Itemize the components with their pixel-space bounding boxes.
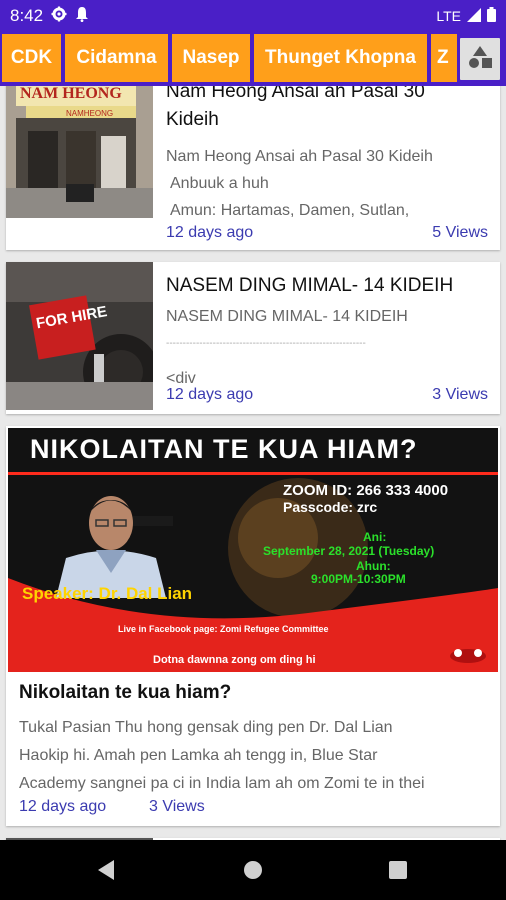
home-button[interactable] <box>243 860 263 885</box>
home-icon <box>244 861 262 879</box>
post-title[interactable]: NASEM DING MIMAL- 14 KIDEIH <box>166 272 453 300</box>
post-views: 3 Views <box>149 798 205 815</box>
post-card[interactable]: NAM HEONG NAMHEONG Nam Heong Ansai ah Pa… <box>6 86 500 250</box>
back-button[interactable] <box>96 859 116 886</box>
post-description: NASEM DING MIMAL- 14 KIDEIH ------------… <box>166 303 486 392</box>
desc-line: ----------------------------------------… <box>166 338 366 349</box>
notification-bell-icon <box>75 6 89 26</box>
tab-partial[interactable]: Z <box>431 34 457 82</box>
post-list[interactable]: NAM HEONG NAMHEONG Nam Heong Ansai ah Pa… <box>0 86 506 840</box>
recents-button[interactable] <box>389 861 407 884</box>
banner-footer: Dotna dawnna zong om ding hi <box>153 654 316 666</box>
desc-line: Haokip hi. Amah pen Lamka ah tengg in, B… <box>19 747 378 764</box>
recents-icon <box>389 861 407 879</box>
post-thumbnail: FOR HIRE <box>6 262 153 410</box>
banner-headline: NIKOLAITAN TE KUA HIAM? <box>30 434 418 464</box>
banner-date-label: Ani: <box>363 530 387 544</box>
post-views: 5 Views <box>432 224 488 241</box>
desc-line: Anbuuk a huh <box>170 175 269 192</box>
desc-line: Academy sangnei pa ci in India lam ah om… <box>19 775 425 792</box>
post-age: 12 days ago <box>19 798 107 815</box>
status-time: 8:42 <box>10 6 44 25</box>
battery-icon <box>487 7 496 25</box>
tab-nasep[interactable]: Nasep <box>172 34 250 82</box>
post-card[interactable]: NIKOLAITAN TE KUA HIAM? ZOOM ID: 266 333… <box>6 426 500 826</box>
post-age: 12 days ago <box>166 224 254 241</box>
signal-icon <box>467 7 481 25</box>
post-description: Nam Heong Ansai ah Pasal 30 Kideih Anbuu… <box>166 143 486 224</box>
shapes-icon <box>467 44 493 75</box>
post-card[interactable]: FOR HIRE NASEM DING MIMAL- 14 KIDEIH NAS… <box>6 262 500 414</box>
desc-line: NASEM DING MIMAL- 14 KIDEIH <box>166 308 408 325</box>
banner-speaker: Speaker: Dr. Dal Lian <box>22 584 193 603</box>
banner-zoom-id: ZOOM ID: 266 333 4000 <box>283 482 449 499</box>
tab-cdk[interactable]: CDK <box>2 34 61 82</box>
post-banner: NIKOLAITAN TE KUA HIAM? ZOOM ID: 266 333… <box>8 428 498 672</box>
network-label: LTE <box>436 8 461 24</box>
speaker-photo <box>36 488 186 598</box>
post-title-line: Nam Heong Ansai ah Pasal 30 <box>166 86 425 102</box>
desc-line: Amun: Hartamas, Damen, Sutlan, <box>170 202 410 219</box>
banner-divider <box>8 472 498 475</box>
back-icon <box>98 860 114 880</box>
desc-line: Tukal Pasian Thu hong gensak ding pen Dr… <box>19 719 393 736</box>
post-thumbnail: NAM HEONG NAMHEONG <box>6 86 153 218</box>
post-description: Tukal Pasian Thu hong gensak ding pen Dr… <box>19 714 489 798</box>
banner-live: Live in Facebook page: Zomi Refugee Comm… <box>118 624 329 634</box>
post-title[interactable]: Nikolaitan te kua hiam? <box>19 682 231 704</box>
banner-passcode: Passcode: zrc <box>283 499 378 515</box>
banner-date: September 28, 2021 (Tuesday) <box>263 544 435 558</box>
tab-thunget-khopna[interactable]: Thunget Khopna <box>254 34 427 82</box>
post-title[interactable]: Nam Heong Ansai ah Pasal 30 Kideih <box>166 86 425 134</box>
navigation-bar <box>0 840 506 900</box>
settings-icon <box>51 6 67 26</box>
post-title-line: Kideih <box>166 109 219 130</box>
tab-cidamna[interactable]: Cidamna <box>65 34 168 82</box>
post-age: 12 days ago <box>166 386 254 403</box>
desc-line: Nam Heong Ansai ah Pasal 30 Kideih <box>166 148 433 165</box>
category-tab-bar: CDK Cidamna Nasep Thunget Khopna Z <box>0 32 506 86</box>
shapes-menu-button[interactable] <box>458 36 502 82</box>
thumbnail-sign-small: NAMHEONG <box>66 109 113 118</box>
thumbnail-sign-text: NAM HEONG <box>20 86 122 102</box>
banner-logo <box>448 646 488 664</box>
banner-time-label: Ahun: <box>356 559 391 573</box>
banner-time: 9:00PM-10:30PM <box>311 572 406 586</box>
status-bar: 8:42 LTE <box>0 0 506 32</box>
post-views: 3 Views <box>432 386 488 403</box>
